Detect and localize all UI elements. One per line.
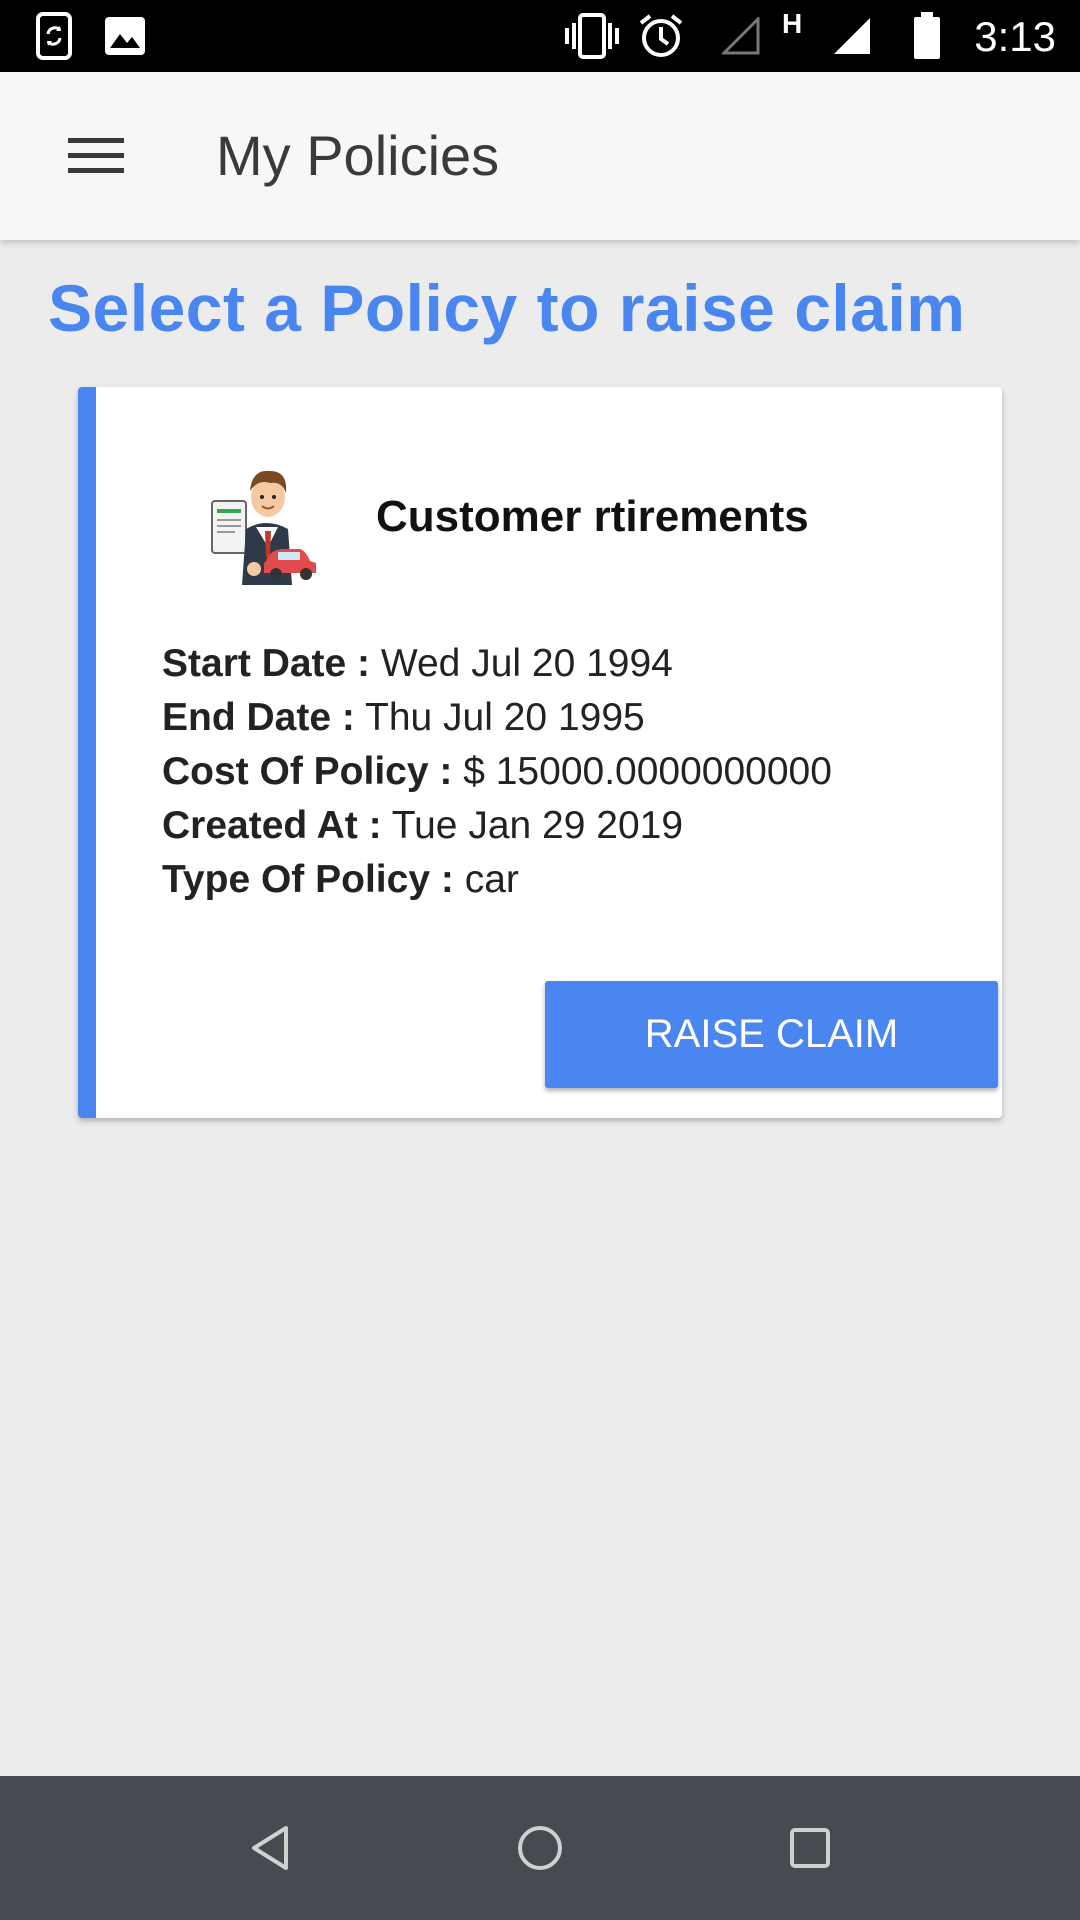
detail-end-date: End Date : Thu Jul 20 1995 <box>162 691 832 745</box>
hamburger-menu-icon <box>68 138 124 173</box>
detail-value: Wed Jul 20 1994 <box>380 642 673 685</box>
policy-details: Start Date : Wed Jul 20 1994 End Date : … <box>162 637 832 907</box>
status-time: 3:13 <box>974 13 1056 60</box>
detail-value: Thu Jul 20 1995 <box>365 696 645 739</box>
detail-label: Cost Of Policy : <box>162 750 453 793</box>
home-icon <box>518 1826 562 1870</box>
detail-type: Type Of Policy : car <box>162 853 832 907</box>
detail-value: $ 15000.0000000000 <box>463 750 832 793</box>
policy-card[interactable]: Customer rtirements Start Date : Wed Jul… <box>78 387 1002 1118</box>
detail-label: Created At : <box>162 804 382 847</box>
hamburger-menu-button[interactable] <box>52 116 140 196</box>
back-button[interactable] <box>210 1776 330 1920</box>
detail-cost: Cost Of Policy : $ 15000.0000000000 <box>162 745 832 799</box>
back-icon <box>252 1826 288 1870</box>
recents-button[interactable] <box>750 1776 870 1920</box>
signal-empty-icon <box>722 0 760 72</box>
alarm-icon <box>638 0 684 72</box>
home-button[interactable] <box>480 1776 600 1920</box>
sync-phone-icon <box>36 0 76 72</box>
raise-claim-button[interactable]: RAISE CLAIM <box>545 981 998 1088</box>
detail-start-date: Start Date : Wed Jul 20 1994 <box>162 637 832 691</box>
detail-created-at: Created At : Tue Jan 29 2019 <box>162 799 832 853</box>
policy-name: Customer rtirements <box>376 492 809 541</box>
page-title: My Policies <box>216 124 500 187</box>
detail-value: Tue Jan 29 2019 <box>391 804 684 847</box>
app-bar: My Policies <box>0 72 1080 240</box>
image-icon <box>104 0 146 72</box>
status-bar: H 3:13 <box>0 0 1080 72</box>
section-heading: Select a Policy to raise claim <box>48 271 966 345</box>
system-nav-bar <box>0 1776 1080 1920</box>
detail-value: car <box>464 858 519 901</box>
recents-icon <box>790 1828 830 1868</box>
detail-label: Start Date : <box>162 642 371 685</box>
network-type-label: H <box>782 8 803 39</box>
detail-label: Type Of Policy : <box>162 858 454 901</box>
vibrate-icon <box>564 0 620 72</box>
battery-icon <box>912 0 942 72</box>
signal-full-icon <box>832 0 872 72</box>
detail-label: End Date : <box>162 696 355 739</box>
agent-with-car-icon <box>208 457 320 585</box>
